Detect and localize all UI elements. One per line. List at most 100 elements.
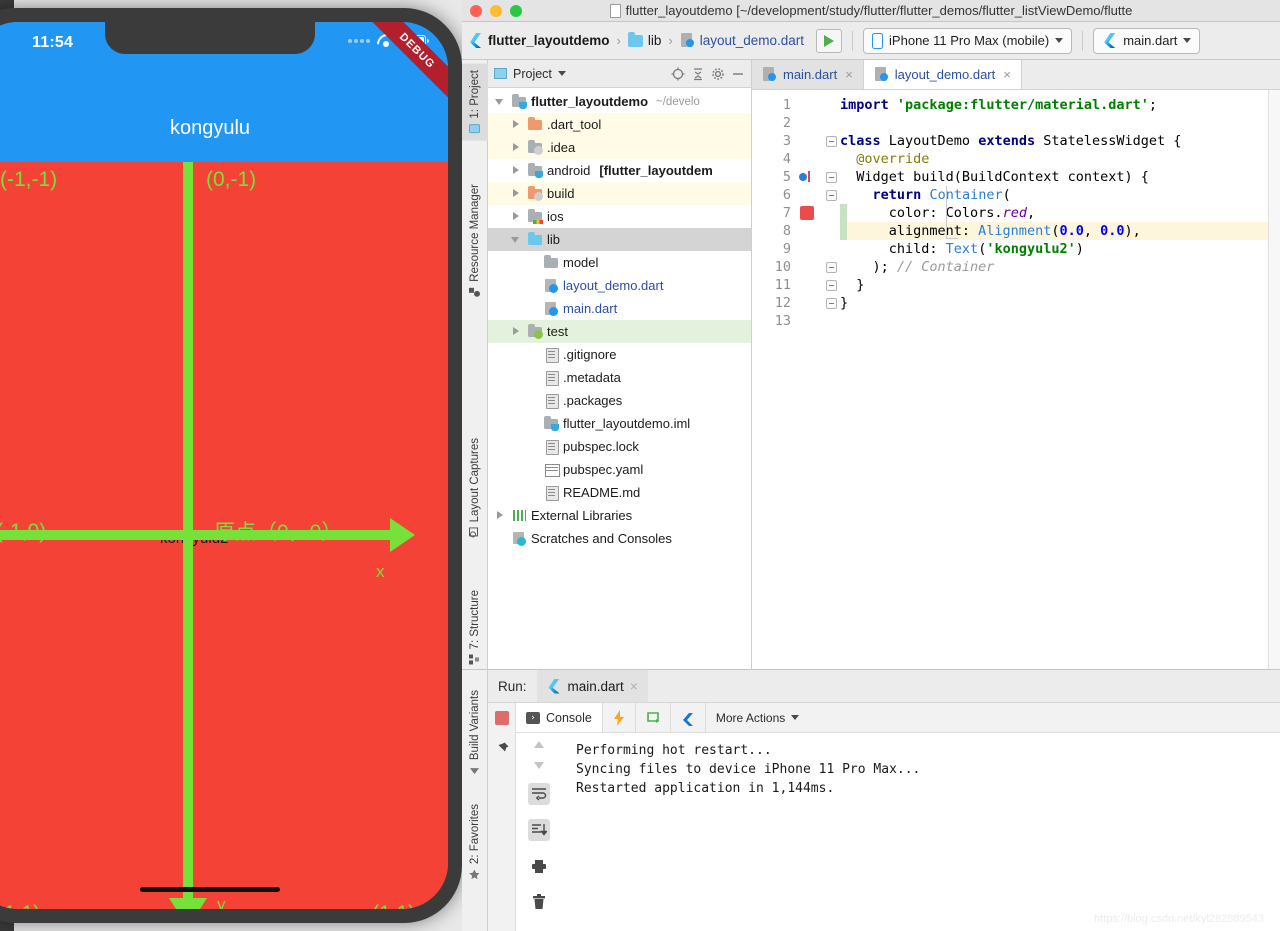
sidebar-item-build-variants[interactable]: Build Variants <box>462 684 488 782</box>
minimize-icon[interactable] <box>731 67 745 81</box>
lower-tool-rail[interactable]: Build Variants 2: Favorites <box>462 670 488 931</box>
tree-item-external-libraries[interactable]: External Libraries <box>488 504 751 527</box>
soft-wrap-button[interactable] <box>528 783 550 805</box>
tree-item-idea[interactable]: .idea <box>488 136 751 159</box>
tree-item-label: flutter_layoutdemo <box>531 94 649 109</box>
tree-twisty-icon[interactable] <box>510 325 523 338</box>
project-tree[interactable]: flutter_layoutdemo ~/develo .dart_tool .ide… <box>488 88 751 681</box>
device-selector[interactable]: iPhone 11 Pro Max (mobile) <box>863 27 1073 54</box>
locate-icon[interactable] <box>671 67 685 81</box>
tree-item-flutter-layoutdemo[interactable]: flutter_layoutdemo ~/develo <box>488 90 751 113</box>
run-configuration-selector[interactable]: main.dart <box>1093 27 1201 54</box>
editor-tab-bar[interactable]: main.dart × layout_demo.dart × <box>752 60 1280 90</box>
run-side-toolbar[interactable] <box>488 703 516 931</box>
console-output[interactable]: Performing hot restart... Syncing files … <box>562 733 1280 931</box>
main-toolbar[interactable]: flutter_layoutdemo › lib › layout_demo.d… <box>462 22 1280 60</box>
console-toolbar[interactable]: › Console More Actions <box>516 703 1280 733</box>
tree-item-main-dart[interactable]: main.dart <box>488 297 751 320</box>
tree-item-test[interactable]: test <box>488 320 751 343</box>
code-editor[interactable]: 1 2 3 4 5 6 7 8 9 10 11 12 13 import 'pa… <box>752 90 1280 691</box>
tree-item-build[interactable]: build <box>488 182 751 205</box>
hot-reload-button[interactable] <box>603 703 636 732</box>
editor-area[interactable]: main.dart × layout_demo.dart × 123456789… <box>752 60 1280 691</box>
tree-item-model[interactable]: model <box>488 251 751 274</box>
project-panel-header[interactable]: Project <box>488 60 751 88</box>
fold-icon[interactable] <box>826 280 837 291</box>
breadcrumb-folder[interactable]: lib <box>648 33 662 48</box>
tree-twisty-icon[interactable] <box>510 164 523 177</box>
clear-all-button[interactable] <box>528 891 550 913</box>
editor-scrollbar[interactable] <box>1268 90 1280 691</box>
fold-icon[interactable] <box>826 298 837 309</box>
run-tab-main-dart[interactable]: main.dart × <box>536 670 648 702</box>
sidebar-item-layout-captures[interactable]: Layout Captures <box>462 432 488 544</box>
tree-item-metadata[interactable]: .metadata <box>488 366 751 389</box>
sidebar-item-favorites[interactable]: 2: Favorites <box>462 798 488 886</box>
breakpoint-icon[interactable] <box>800 206 814 220</box>
tree-item-pubspec-yaml[interactable]: pubspec.yaml <box>488 458 751 481</box>
breadcrumb-file[interactable]: layout_demo.dart <box>700 33 804 48</box>
tree-item-gitignore[interactable]: .gitignore <box>488 343 751 366</box>
tree-twisty-icon[interactable] <box>510 210 523 223</box>
tab-console[interactable]: › Console <box>516 703 603 732</box>
tree-item-layout-demo-dart[interactable]: layout_demo.dart <box>488 274 751 297</box>
tree-item-readme-md[interactable]: README.md <box>488 481 751 504</box>
open-devtools-button[interactable] <box>671 703 706 732</box>
sidebar-item-resource-manager[interactable]: Resource Manager <box>462 178 488 304</box>
home-indicator[interactable] <box>140 887 280 892</box>
tree-item-ios[interactable]: ios <box>488 205 751 228</box>
scroll-down-icon[interactable] <box>534 762 544 769</box>
code-content[interactable]: import 'package:flutter/material.dart'; … <box>840 90 1268 691</box>
breadcrumb-separator: › <box>616 33 621 48</box>
fold-icon[interactable] <box>826 136 837 147</box>
simulator-screen[interactable]: kongyulu 11:54 DEBUG (-1,-1) (0,-1) (-1,… <box>0 22 448 909</box>
run-tool-window[interactable]: Build Variants 2: Favorites Run: main.da… <box>462 669 1280 931</box>
close-icon[interactable]: × <box>630 679 638 694</box>
sidebar-item-structure[interactable]: 7: Structure <box>462 584 488 671</box>
close-icon[interactable]: × <box>845 67 853 82</box>
chevron-down-icon[interactable] <box>557 71 566 76</box>
tree-item-android[interactable]: android [flutter_layoutdem <box>488 159 751 182</box>
collapse-all-icon[interactable] <box>691 67 705 81</box>
console-gutter-toolbar[interactable] <box>516 733 562 931</box>
tree-twisty-icon[interactable] <box>510 118 523 131</box>
tree-item-dart-tool[interactable]: .dart_tool <box>488 113 751 136</box>
tab-layout-demo-dart[interactable]: layout_demo.dart × <box>863 60 1022 89</box>
tree-twisty-icon[interactable] <box>494 95 507 108</box>
scroll-up-icon[interactable] <box>534 741 544 748</box>
android-studio-window[interactable]: flutter_layoutdemo [~/development/study/… <box>462 0 1280 931</box>
pin-icon[interactable] <box>494 741 510 757</box>
hot-restart-button[interactable] <box>636 703 671 732</box>
code-folding-gutter[interactable] <box>824 90 840 691</box>
scroll-to-end-button[interactable] <box>528 819 550 841</box>
breakpoint-gutter[interactable] <box>798 90 824 691</box>
breadcrumb-project[interactable]: flutter_layoutdemo <box>488 33 610 48</box>
tree-item-scratches-and-consoles[interactable]: Scratches and Consoles <box>488 527 751 550</box>
tree-twisty-icon[interactable] <box>510 233 523 246</box>
close-icon[interactable]: × <box>1003 67 1011 82</box>
left-tool-rail[interactable]: 1: Project Resource Manager Layout Captu… <box>462 60 488 691</box>
ios-simulator[interactable]: kongyulu 11:54 DEBUG (-1,-1) (0,-1) (-1,… <box>0 8 462 923</box>
gear-icon[interactable] <box>711 67 725 81</box>
tree-item-lib[interactable]: lib <box>488 228 751 251</box>
tree-twisty-icon[interactable] <box>494 509 507 522</box>
project-tool-window[interactable]: Project flutter_layoutdemo ~/develo .dart_… <box>488 60 752 691</box>
run-button[interactable] <box>816 28 843 53</box>
tree-item-pubspec-lock[interactable]: pubspec.lock <box>488 435 751 458</box>
tree-item-flutter-layoutdemo-iml[interactable]: flutter_layoutdemo.iml <box>488 412 751 435</box>
fold-icon[interactable] <box>826 190 837 201</box>
tree-twisty-icon[interactable] <box>510 141 523 154</box>
tab-main-dart[interactable]: main.dart × <box>752 60 864 89</box>
print-button[interactable] <box>528 855 550 877</box>
sidebar-item-project[interactable]: 1: Project <box>462 64 488 141</box>
tree-twisty-icon[interactable] <box>510 187 523 200</box>
container-red-body[interactable]: (-1,-1) (0,-1) (-1,0) 原点（0，0） (-1,1) (1,… <box>0 162 448 909</box>
tree-item-packages[interactable]: .packages <box>488 389 751 412</box>
fold-icon[interactable] <box>826 262 837 273</box>
more-actions-button[interactable]: More Actions <box>706 703 809 732</box>
fold-icon[interactable] <box>826 172 837 183</box>
breadcrumb[interactable]: flutter_layoutdemo › lib › layout_demo.d… <box>468 31 804 48</box>
tree-item-path: ~/develo <box>656 95 700 108</box>
stop-icon[interactable] <box>494 711 509 725</box>
run-gutter-icon[interactable] <box>799 170 813 184</box>
